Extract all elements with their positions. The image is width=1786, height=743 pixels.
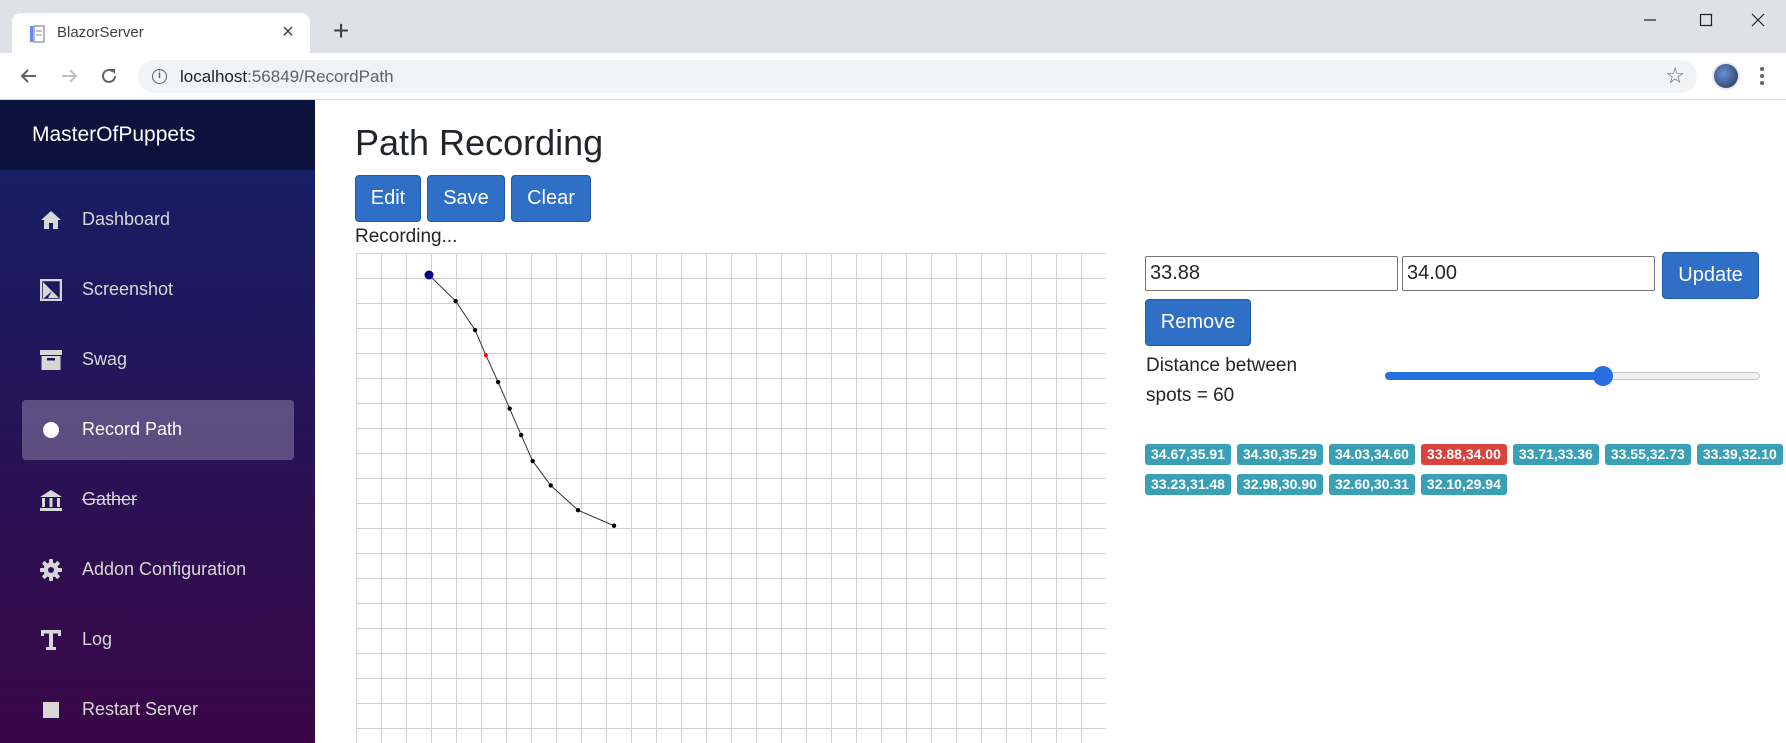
path-point: [611, 523, 617, 528]
back-icon[interactable]: [16, 63, 42, 89]
path-point: [518, 432, 524, 438]
reload-icon[interactable]: [96, 63, 122, 89]
tab-close-icon[interactable]: ×: [276, 20, 300, 44]
remove-button[interactable]: Remove: [1145, 299, 1251, 346]
home-icon: [40, 209, 62, 231]
path-point: [472, 327, 478, 333]
spot-badge[interactable]: 33.88,34.00: [1420, 444, 1507, 465]
sidebar-item-addon-configuration[interactable]: Addon Configuration: [22, 540, 294, 600]
sidebar-item-label: Swag: [82, 349, 128, 369]
bookmark-star-icon[interactable]: ☆: [1665, 65, 1685, 87]
spot-badge[interactable]: 34.67,35.91: [1145, 444, 1231, 465]
browser-menu-icon[interactable]: [1752, 62, 1772, 90]
sidebar-item-swag[interactable]: Swag: [22, 330, 294, 390]
minimize-icon[interactable]: [1630, 8, 1670, 32]
address-bar[interactable]: i localhost:56849/RecordPath ☆: [138, 60, 1697, 93]
spot-list: 34.67,35.91 34.30,35.29 34.03,34.60 33.88,3…: [1145, 444, 1785, 495]
bank-icon: [40, 489, 62, 511]
update-button[interactable]: Update: [1662, 252, 1759, 299]
distance-slider[interactable]: [1385, 366, 1760, 386]
info-icon[interactable]: i: [152, 69, 167, 84]
new-tab-icon[interactable]: +: [326, 17, 356, 47]
tab-title: BlazorServer: [57, 24, 144, 41]
close-window-icon[interactable]: [1738, 8, 1778, 32]
y-coordinate-input[interactable]: [1402, 256, 1655, 291]
browser-toolbar: i localhost:56849/RecordPath ☆: [0, 53, 1786, 100]
grid-lines: [356, 253, 1106, 743]
path-point: [495, 379, 501, 385]
text-icon: [40, 629, 62, 651]
spot-badge[interactable]: 32.10,29.94: [1420, 474, 1507, 495]
record-icon: [40, 419, 62, 441]
spot-badge[interactable]: 32.60,30.31: [1328, 474, 1415, 495]
path-canvas[interactable]: [356, 253, 1106, 743]
path-selected-point: [483, 353, 488, 358]
clear-button[interactable]: Clear: [511, 175, 591, 222]
url-host: localhost: [180, 67, 248, 86]
spot-badge[interactable]: 33.71,33.36: [1512, 444, 1599, 465]
sidebar-item-label: Record Path: [82, 419, 183, 439]
profile-avatar[interactable]: [1712, 62, 1740, 90]
url-text: localhost:56849/RecordPath: [180, 67, 394, 87]
sidebar-item-label: Restart Server: [82, 699, 199, 719]
distance-label: Distance between spots = 60: [1146, 355, 1298, 406]
sidebar-item-label: Addon Configuration: [82, 559, 247, 579]
gear-icon: [40, 559, 62, 581]
path-start-point: [424, 270, 434, 280]
path-point: [453, 298, 458, 304]
brand-bar: MasterOfPuppets: [0, 100, 315, 170]
sidebar-item-record-path[interactable]: Record Path: [22, 400, 294, 460]
sidebar: MasterOfPuppets Dashboard Screenshot Swa…: [0, 100, 315, 743]
slider-thumb[interactable]: [1592, 366, 1613, 386]
spot-badge[interactable]: 33.39,32.10: [1696, 444, 1783, 465]
path-point: [530, 458, 535, 464]
sidebar-item-screenshot[interactable]: Screenshot: [22, 260, 294, 320]
spot-badge[interactable]: 34.30,35.29: [1236, 444, 1323, 465]
sidebar-item-gather[interactable]: Gather: [22, 470, 294, 530]
sidebar-item-label: Screenshot: [82, 279, 174, 299]
sidebar-item-dashboard[interactable]: Dashboard: [22, 190, 294, 250]
page-icon: [30, 25, 45, 43]
path-point: [575, 508, 581, 513]
edit-button[interactable]: Edit: [355, 175, 421, 222]
maximize-icon[interactable]: [1686, 8, 1726, 32]
spot-badge[interactable]: 34.03,34.60: [1328, 444, 1415, 465]
recording-status: Recording...: [355, 226, 458, 247]
browser-tabstrip: BlazorServer × +: [0, 0, 1786, 53]
browser-tab[interactable]: BlazorServer ×: [12, 13, 310, 53]
sidebar-item-restart-server[interactable]: Restart Server: [22, 680, 294, 740]
recorded-path: [424, 270, 617, 528]
forward-icon[interactable]: [56, 63, 82, 89]
sidebar-item-log[interactable]: Log: [22, 610, 294, 670]
spot-badge[interactable]: 33.55,32.73: [1604, 444, 1691, 465]
box-icon: [40, 349, 62, 371]
path-point: [548, 483, 553, 488]
stop-icon: [40, 699, 62, 721]
path-point: [507, 406, 512, 411]
sidebar-item-label: Dashboard: [82, 209, 171, 229]
image-icon: [40, 279, 62, 301]
brand-name[interactable]: MasterOfPuppets: [32, 123, 195, 147]
url-path: :56849/RecordPath: [247, 67, 394, 86]
sidebar-item-label: Log: [82, 629, 113, 649]
spot-badge[interactable]: 32.98,30.90: [1236, 474, 1323, 495]
spot-badge[interactable]: 33.23,31.48: [1145, 474, 1231, 495]
x-coordinate-input[interactable]: [1145, 256, 1398, 291]
page-title: Path Recording: [355, 122, 604, 163]
save-button[interactable]: Save: [427, 175, 505, 222]
slider-fill: [1385, 372, 1603, 380]
sidebar-item-label: Gather: [82, 489, 138, 509]
